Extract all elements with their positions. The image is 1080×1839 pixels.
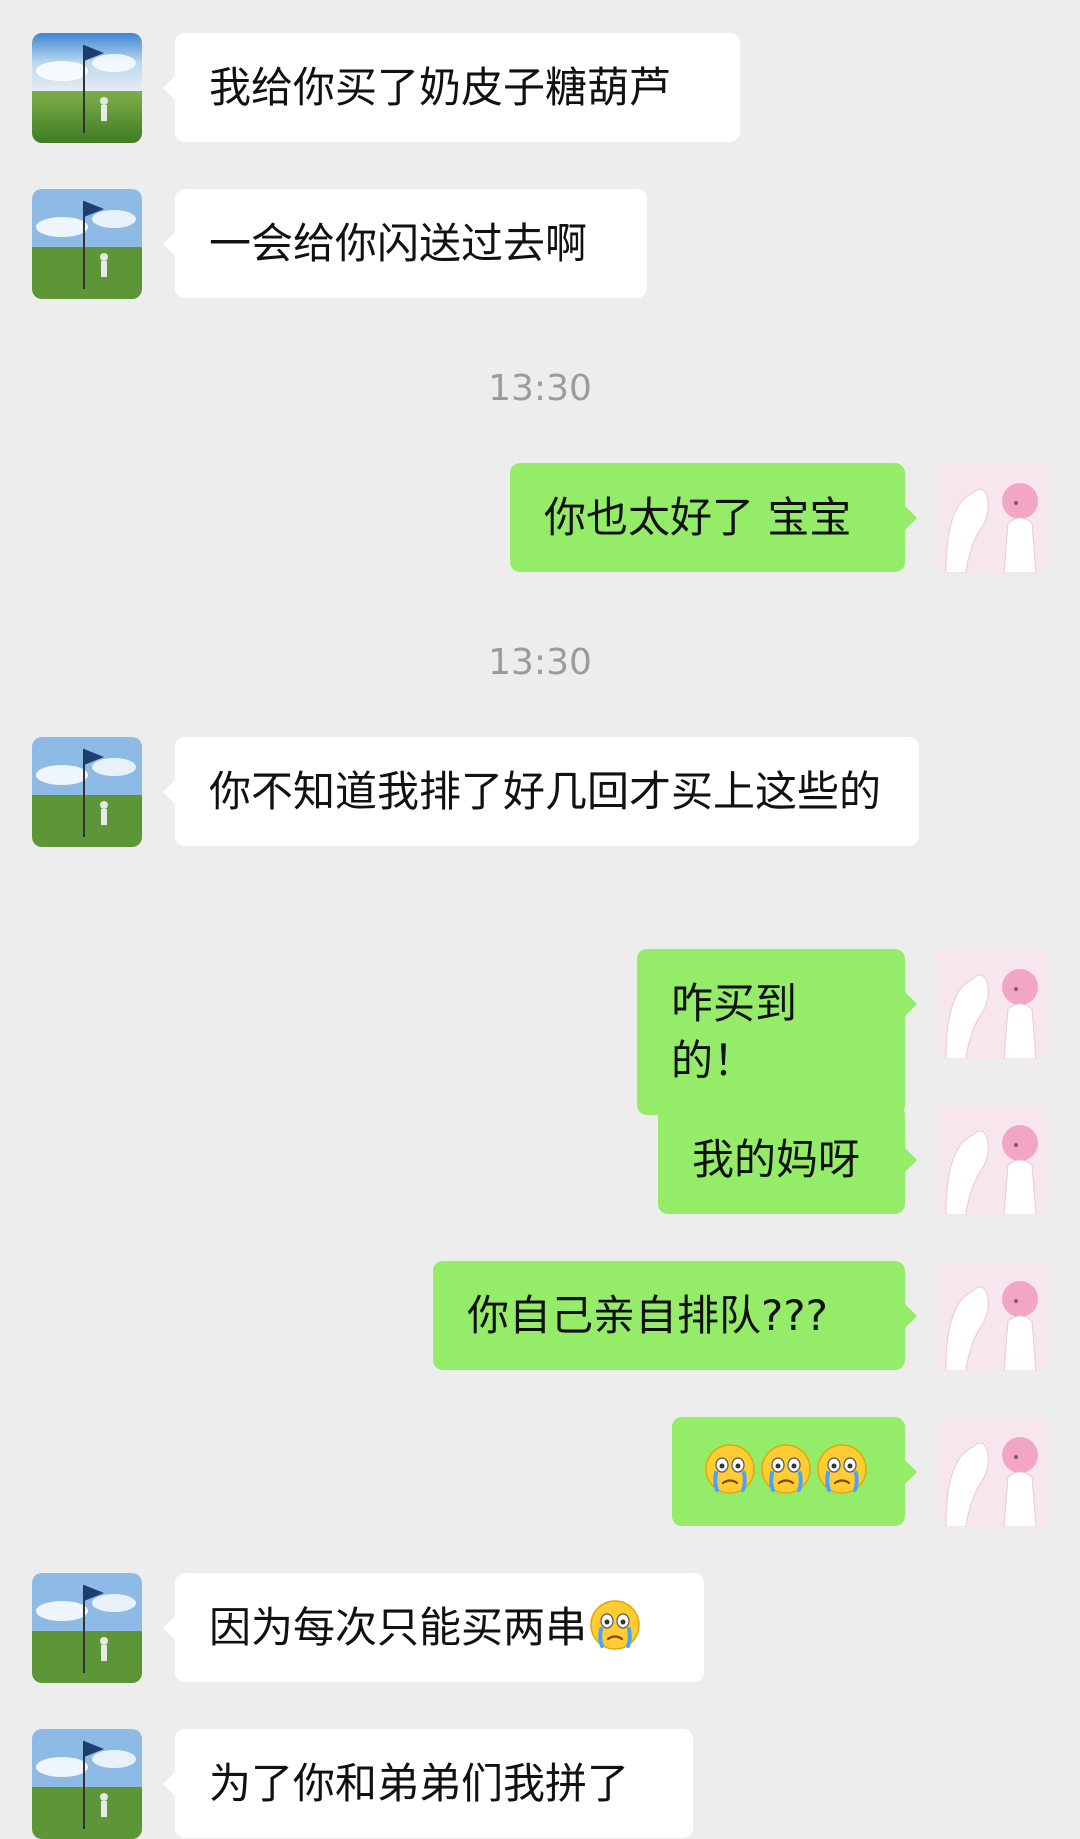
crying-face-emoji: [589, 1599, 641, 1651]
message-text: 为了你和弟弟们我拼了: [209, 1759, 630, 1808]
contact-avatar[interactable]: [32, 1729, 142, 1839]
contact-avatar[interactable]: [32, 737, 142, 847]
crying-face-emoji: [760, 1443, 812, 1495]
contact-avatar[interactable]: [32, 189, 142, 299]
bubble-tail: [163, 1771, 176, 1797]
bubble-tail: [904, 991, 917, 1017]
incoming-message-bubble[interactable]: 因为每次只能买两串: [163, 1573, 704, 1682]
message-text: 咋买到的！: [671, 979, 798, 1085]
message-text: 一会给你闪送过去啊: [209, 219, 588, 268]
self-avatar[interactable]: [938, 1261, 1048, 1371]
chat-area[interactable]: 我给你买了奶皮子糖葫芦 一会给你闪送过去啊 13:30 你也太好了 宝宝 13:…: [0, 0, 1080, 1839]
self-avatar[interactable]: [938, 463, 1048, 573]
bubble-tail: [163, 231, 176, 257]
timestamp: 13:30: [488, 368, 592, 409]
incoming-message-bubble[interactable]: 一会给你闪送过去啊: [163, 189, 647, 298]
outgoing-message-bubble[interactable]: 咋买到的！: [637, 949, 917, 1115]
bubble-tail: [904, 505, 917, 531]
incoming-message-bubble[interactable]: 我给你买了奶皮子糖葫芦: [163, 33, 740, 142]
bubble-tail: [904, 1147, 917, 1173]
bubble-tail: [904, 1459, 917, 1485]
self-avatar[interactable]: [938, 1105, 1048, 1215]
message-text: 你也太好了 宝宝: [544, 493, 852, 542]
bubble-tail: [163, 75, 176, 101]
crying-face-emoji: [704, 1443, 756, 1495]
outgoing-message-bubble[interactable]: 我的妈呀: [658, 1105, 917, 1214]
message-text: 因为每次只能买两串: [209, 1603, 588, 1652]
bubble-tail: [163, 779, 176, 805]
outgoing-message-bubble[interactable]: 你自己亲自排队???: [433, 1261, 917, 1370]
incoming-message-bubble[interactable]: 为了你和弟弟们我拼了: [163, 1729, 693, 1838]
message-text: 你自己亲自排队???: [467, 1291, 828, 1340]
contact-avatar[interactable]: [32, 1573, 142, 1683]
self-avatar[interactable]: [938, 1417, 1048, 1527]
contact-avatar[interactable]: [32, 33, 142, 143]
bubble-tail: [904, 1303, 917, 1329]
self-avatar[interactable]: [938, 949, 1048, 1059]
incoming-message-bubble[interactable]: 你不知道我排了好几回才买上这些的: [163, 737, 919, 846]
outgoing-message-bubble[interactable]: 你也太好了 宝宝: [510, 463, 917, 572]
timestamp: 13:30: [488, 642, 592, 683]
bubble-tail: [163, 1615, 176, 1641]
message-text: 我给你买了奶皮子糖葫芦: [209, 63, 672, 112]
outgoing-message-bubble[interactable]: [672, 1417, 917, 1526]
message-text: 你不知道我排了好几回才买上这些的: [209, 767, 882, 816]
crying-face-emoji: [816, 1443, 868, 1495]
message-text: 我的妈呀: [692, 1135, 861, 1184]
